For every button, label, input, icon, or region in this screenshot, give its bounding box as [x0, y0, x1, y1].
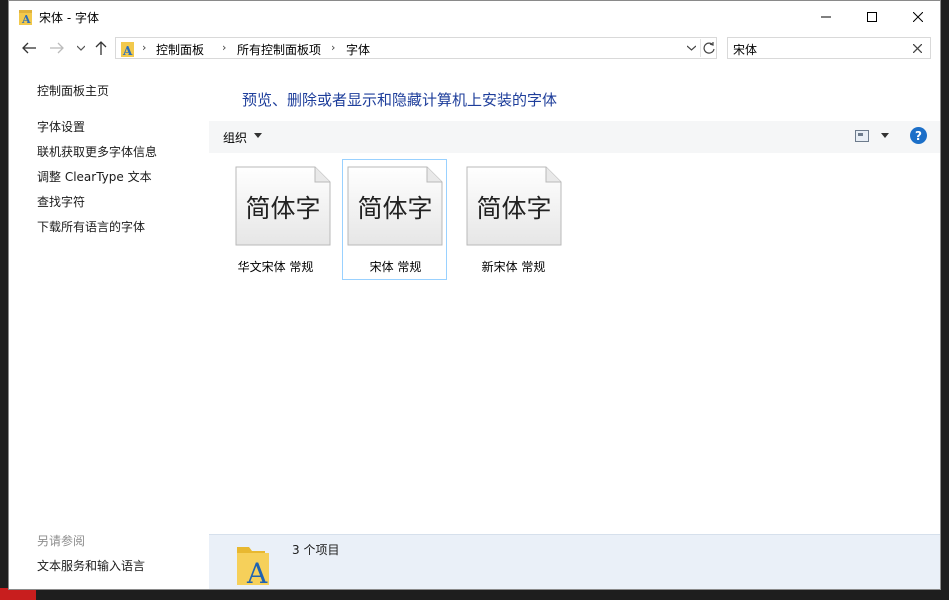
font-item-label: 宋体 常规 — [369, 260, 422, 274]
caret-down-icon[interactable] — [881, 133, 889, 139]
left-task-pane: 控制面板主页 字体设置 联机获取更多字体信息 调整 ClearType 文本 查… — [9, 64, 209, 589]
fonts-window: A 宋体 - 字体 A › 控制面板 › 所有控制面板项 › 字体 宋体 控制面… — [8, 0, 941, 590]
breadcrumb-separator-icon[interactable]: › — [222, 41, 226, 54]
font-item-stxinsong[interactable]: 简体字 华文宋体 常规 — [223, 159, 331, 280]
arrow-up-icon — [95, 41, 107, 55]
view-mode-icon[interactable] — [855, 130, 869, 142]
refresh-icon — [702, 42, 715, 54]
close-icon — [912, 43, 922, 53]
svg-text:A: A — [21, 13, 31, 25]
minimize-button[interactable] — [803, 1, 849, 32]
address-history-button[interactable] — [684, 40, 698, 56]
search-input[interactable]: 宋体 — [733, 41, 757, 58]
maximize-icon — [867, 11, 877, 22]
window-title: 宋体 - 字体 — [39, 11, 99, 25]
link-download-all-language-fonts[interactable]: 下载所有语言的字体 — [37, 218, 145, 235]
up-button[interactable] — [91, 38, 111, 58]
clear-search-button[interactable] — [908, 39, 926, 57]
navigation-bar: A › 控制面板 › 所有控制面板项 › 字体 宋体 — [9, 32, 940, 64]
font-item-label: 华文宋体 常规 — [237, 260, 314, 274]
refresh-button[interactable] — [700, 39, 716, 57]
breadcrumb-separator-icon[interactable]: › — [331, 41, 335, 54]
help-icon[interactable]: ? — [910, 127, 927, 144]
command-bar: 组织 ? — [209, 121, 940, 153]
fonts-folder-icon: A — [121, 42, 134, 57]
link-control-panel-home[interactable]: 控制面板主页 — [37, 82, 109, 99]
arrow-right-icon — [50, 42, 64, 54]
details-pane: A 3 个项目 — [209, 534, 940, 589]
font-preview-text: 简体字 — [357, 194, 433, 223]
item-count: 3 个项目 — [292, 543, 340, 557]
breadcrumb-control-panel[interactable]: 控制面板 — [156, 41, 204, 58]
breadcrumb-fonts[interactable]: 字体 — [346, 41, 370, 58]
back-button[interactable] — [19, 38, 39, 58]
caret-down-icon[interactable] — [254, 133, 262, 139]
background-right-strip — [941, 0, 949, 600]
recent-locations-button[interactable] — [71, 38, 91, 58]
chevron-down-icon — [77, 45, 85, 51]
search-box[interactable]: 宋体 — [727, 37, 931, 59]
link-find-character[interactable]: 查找字符 — [37, 193, 85, 210]
arrow-left-icon — [22, 42, 36, 54]
page-heading: 预览、删除或者显示和隐藏计算机上安装的字体 — [242, 91, 558, 109]
breadcrumb-all-items[interactable]: 所有控制面板项 — [237, 41, 321, 58]
address-bar[interactable]: A › 控制面板 › 所有控制面板项 › 字体 — [115, 37, 717, 59]
link-adjust-cleartype[interactable]: 调整 ClearType 文本 — [37, 168, 152, 185]
close-button[interactable] — [895, 1, 940, 32]
font-preview-text: 简体字 — [476, 194, 552, 223]
maximize-button[interactable] — [849, 1, 895, 32]
title-bar[interactable]: A 宋体 - 字体 — [9, 1, 940, 32]
link-font-settings[interactable]: 字体设置 — [37, 118, 85, 135]
breadcrumb-separator-icon[interactable]: › — [142, 41, 146, 54]
font-item-simsun[interactable]: 简体字 宋体 常规 — [342, 159, 447, 280]
font-item-label: 新宋体 常规 — [481, 260, 546, 274]
fonts-folder-icon: A — [237, 547, 269, 587]
minimize-icon — [821, 16, 831, 17]
see-also-title: 另请参阅 — [37, 534, 86, 548]
content-area: 预览、删除或者显示和隐藏计算机上安装的字体 组织 ? 简体字 华文宋体 常规 简… — [209, 64, 940, 534]
background-left-strip — [0, 0, 8, 600]
font-item-nsimsun[interactable]: 简体字 新宋体 常规 — [461, 159, 566, 280]
link-text-services[interactable]: 文本服务和输入语言 — [37, 557, 145, 574]
fonts-folder-icon: A — [19, 10, 32, 25]
forward-button[interactable] — [47, 38, 67, 58]
svg-text:A: A — [122, 44, 133, 57]
organize-button[interactable]: 组织 — [223, 129, 247, 146]
font-preview-text: 简体字 — [245, 194, 321, 223]
svg-text:A: A — [246, 557, 268, 587]
close-icon — [913, 11, 923, 22]
link-get-more-font-info[interactable]: 联机获取更多字体信息 — [37, 143, 157, 160]
chevron-down-icon — [686, 45, 696, 51]
